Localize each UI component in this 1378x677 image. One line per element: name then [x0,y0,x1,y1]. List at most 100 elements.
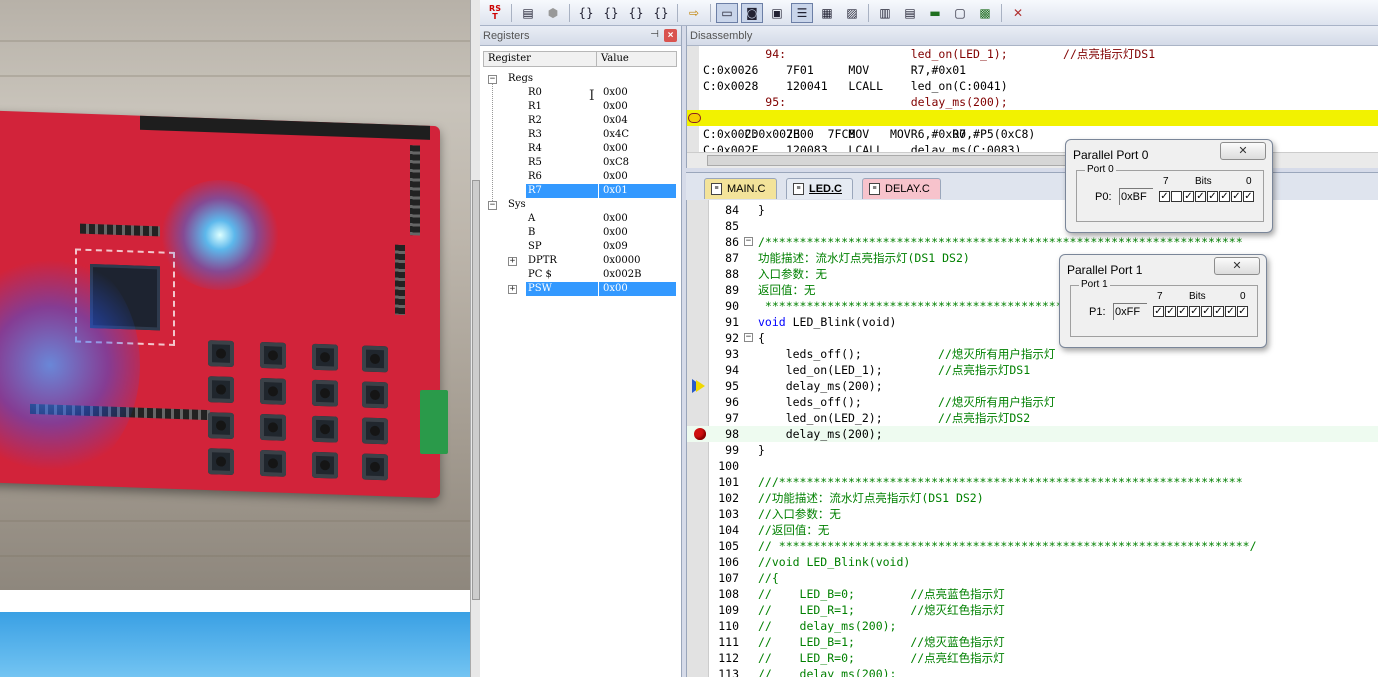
disassembly-current-line[interactable]: C:0x002B 7FC8 MOV R7,#P5(0xC8) [687,110,1378,141]
step-out-button[interactable]: {} [625,3,647,23]
disassembly-line[interactable]: C:0x0028 120041 LCALL led_on(C:0041) [687,78,1378,94]
code-line[interactable]: 87 功能描述：流水灯点亮指示灯(DS1 DS2) [687,250,1378,266]
pin-icon[interactable]: ⊣ [650,29,659,40]
close-icon[interactable]: × [664,29,677,42]
toolbox-icon[interactable]: ▩ [974,3,996,23]
register-row[interactable]: + DPTR 0x0000 [483,254,677,268]
register-row[interactable]: R0 0x00 [483,86,677,100]
code-line[interactable]: 108 // LED_B=0; //点亮蓝色指示灯 [687,586,1378,602]
port-value-field[interactable]: 0xFF [1113,303,1147,320]
code-line[interactable]: 86−/************************************… [687,234,1378,250]
memory-window-icon[interactable]: ▥ [874,3,896,23]
code-line[interactable]: 92−{ [687,330,1378,346]
step-into-button[interactable]: {} [575,3,597,23]
code-editor[interactable]: 84} 85 86−/*******************************… [686,200,1378,677]
expand-icon[interactable]: + [508,285,517,294]
run-button[interactable]: ▤ [517,3,539,23]
registers-window-icon[interactable]: ☰ [791,2,813,23]
bit-checkbox[interactable]: ✓ [1159,191,1170,202]
code-line[interactable]: 107 //{ [687,570,1378,586]
bit-checkbox[interactable]: ✓ [1189,306,1200,317]
bit-checkbox[interactable]: ✓ [1195,191,1206,202]
register-row[interactable]: PC $0x002B [483,268,677,282]
code-line[interactable]: 103 //入口参数：无 [687,506,1378,522]
photo-scrollbar[interactable] [470,0,480,677]
bit-checkbox[interactable]: ✓ [1183,191,1194,202]
code-line[interactable]: 94 led_on(LED_1); //点亮指示灯DS1 [687,362,1378,378]
code-line[interactable]: 113 // delay_ms(200); [687,666,1378,677]
collapse-icon[interactable]: − [488,201,497,210]
system-viewer-icon[interactable]: ▢ [949,3,971,23]
bit-checkbox[interactable]: ✓ [1231,191,1242,202]
code-line[interactable]: 98 delay_ms(200); [687,426,1378,442]
bit-checkbox[interactable]: ✓ [1213,306,1224,317]
code-line[interactable]: 96 leds_off(); //熄灭所有用户指示灯 [687,394,1378,410]
call-stack-window-icon[interactable]: ▦ [816,3,838,23]
code-line[interactable]: 89 返回值：无 [687,282,1378,298]
bit-checkbox[interactable]: ✓ [1237,306,1248,317]
register-row[interactable]: R5 0xC8 [483,156,677,170]
disassembly-window-icon[interactable]: ◙ [741,2,763,23]
tree-group-regs[interactable]: − Regs [483,72,677,86]
register-row[interactable]: R4 0x00 [483,142,677,156]
scrollbar-thumb[interactable] [472,180,480,600]
disassembly-source-line[interactable]: 94: led_on(LED_1); //点亮指示灯DS1 [687,46,1378,62]
tab-led-c[interactable]: ≡ LED.C [786,178,853,199]
code-line[interactable]: 93 leds_off(); //熄灭所有用户指示灯 [687,346,1378,362]
bit-checkbox[interactable] [1171,191,1182,202]
code-line[interactable]: 100 [687,458,1378,474]
bit-checkbox[interactable]: ✓ [1177,306,1188,317]
code-line[interactable]: 109 // LED_R=1; //熄灭红色指示灯 [687,602,1378,618]
command-window-icon[interactable]: ▭ [716,2,738,23]
code-line[interactable]: 84} [687,202,1378,218]
code-line[interactable]: 112 // LED_R=0; //点亮红色指示灯 [687,650,1378,666]
register-row[interactable]: R6 0x00 [483,170,677,184]
show-next-statement-button[interactable]: ⇨ [683,3,705,23]
serial-window-icon[interactable]: ▤ [899,3,921,23]
run-to-cursor-button[interactable]: {} [650,3,672,23]
code-line[interactable]: 90 *************************************… [687,298,1378,314]
code-line[interactable]: 91 void LED_Blink(void) [687,314,1378,330]
register-row[interactable]: SP 0x09 [483,240,677,254]
bit-checkbox[interactable]: ✓ [1153,306,1164,317]
register-row[interactable]: R2 0x04 [483,114,677,128]
bit-checkbox[interactable]: ✓ [1225,306,1236,317]
stop-button[interactable]: ⬢ [542,3,564,23]
code-line[interactable]: 85 [687,218,1378,234]
code-line[interactable]: 106 //void LED_Blink(void) [687,554,1378,570]
collapse-icon[interactable]: − [744,237,753,246]
code-line[interactable]: 95 delay_ms(200); [687,378,1378,394]
code-line[interactable]: 111 // LED_B=1; //熄灭蓝色指示灯 [687,634,1378,650]
reset-cpu-button[interactable]: RS T [484,3,506,23]
disassembly-line[interactable]: C:0x002D 7E00 MOV R6,#0x00 [687,126,1378,142]
expand-icon[interactable]: + [508,257,517,266]
disassembly-listing[interactable]: 94: led_on(LED_1); //点亮指示灯DS1 C:0x0026 7… [687,46,1378,157]
collapse-icon[interactable]: − [488,75,497,84]
disassembly-source-line[interactable]: 95: delay_ms(200); [687,94,1378,110]
port-value-field[interactable]: 0xBF [1119,188,1153,205]
bit-checkbox[interactable]: ✓ [1219,191,1230,202]
register-column-header[interactable]: Register [484,52,597,66]
watch-window-icon[interactable]: ▨ [841,3,863,23]
bit-checkbox[interactable]: ✓ [1207,191,1218,202]
symbols-window-icon[interactable]: ▣ [766,3,788,23]
code-line[interactable]: 101 ///**********************************… [687,474,1378,490]
code-line[interactable]: 104 //返回值：无 [687,522,1378,538]
value-column-header[interactable]: Value [597,52,629,66]
bit-checkbox[interactable]: ✓ [1201,306,1212,317]
scrollbar-thumb[interactable] [707,155,1087,166]
tab-delay-c[interactable]: ≡ DELAY.C [862,178,941,199]
code-line[interactable]: 88 入口参数：无 [687,266,1378,282]
code-line[interactable]: 97 led_on(LED_2); //点亮指示灯DS2 [687,410,1378,426]
tree-group-sys[interactable]: − Sys [483,198,677,212]
bit-checkbox[interactable]: ✓ [1165,306,1176,317]
collapse-icon[interactable]: − [744,333,753,342]
disassembly-line[interactable]: C:0x0026 7F01 MOV R7,#0x01 [687,62,1378,78]
disassembly-horizontal-scrollbar[interactable] [687,152,1378,168]
register-row-selected[interactable]: R7 0x01 [483,184,677,198]
register-row[interactable]: A 0x00 [483,212,677,226]
bit-checkbox[interactable]: ✓ [1243,191,1254,202]
step-over-button[interactable]: {} [600,3,622,23]
breakpoint-icon[interactable] [694,428,706,440]
tab-main-c[interactable]: ≡ MAIN.C [704,178,777,199]
